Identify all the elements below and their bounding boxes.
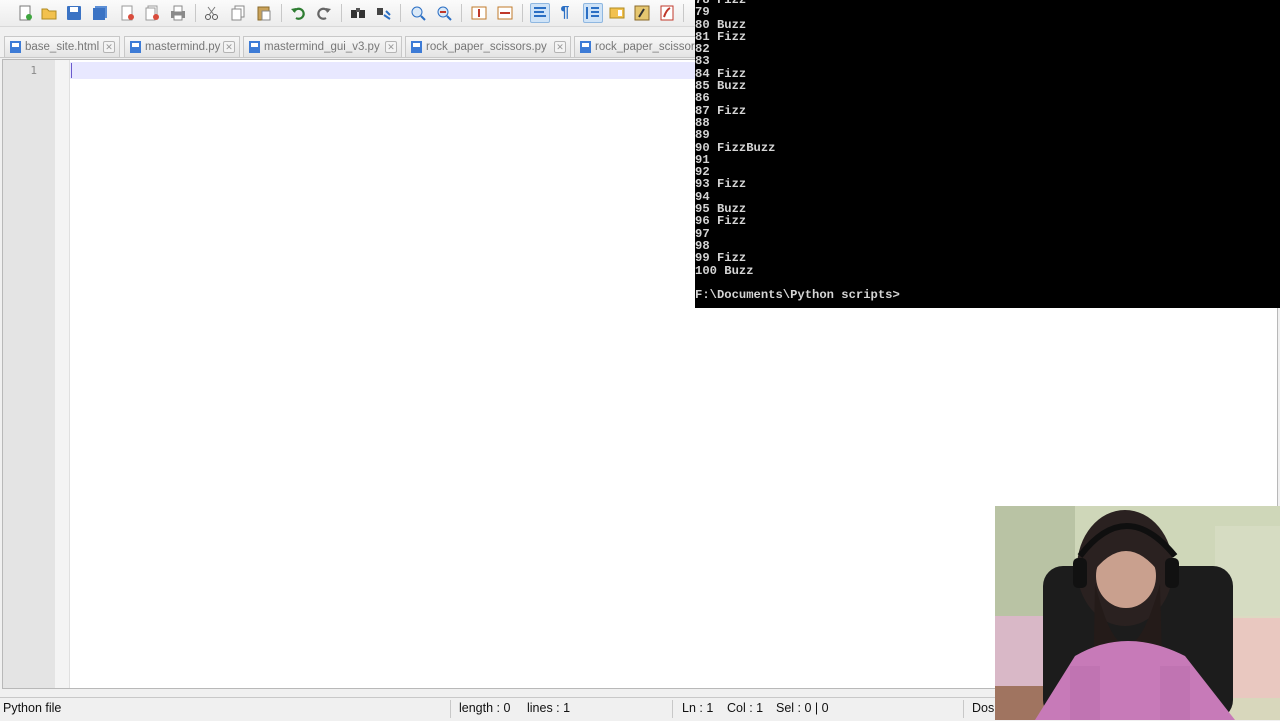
console-line: 100 Buzz: [695, 263, 754, 278]
console-line: 88: [695, 115, 710, 130]
console-line: 96 Fizz: [695, 214, 747, 229]
tab-mastermind-gui-v3[interactable]: mastermind_gui_v3.py ✕: [243, 36, 402, 57]
tab-rock-paper-scissors-gui[interactable]: rock_paper_scissors_gui.py: [574, 36, 706, 57]
macro-record-icon[interactable]: [657, 3, 677, 23]
function-list-icon[interactable]: [632, 3, 652, 23]
tab-base-site[interactable]: base_site.html ✕: [4, 36, 120, 57]
close-all-icon[interactable]: [142, 3, 162, 23]
col-label: Col : 1: [727, 701, 764, 715]
console-line: 99 Fizz: [695, 251, 747, 266]
console-line: 87 Fizz: [695, 103, 747, 118]
file-icon: [249, 41, 260, 53]
print-icon[interactable]: [168, 3, 188, 23]
close-tab-icon[interactable]: ✕: [103, 41, 115, 53]
console-line: 91: [695, 152, 710, 167]
console-line: 93 Fizz: [695, 177, 747, 192]
save-icon[interactable]: [64, 3, 84, 23]
lines-label: lines : 1: [527, 701, 571, 715]
console-line: 97: [695, 226, 710, 241]
close-tab-icon[interactable]: ✕: [385, 41, 397, 53]
show-all-characters-icon[interactable]: ¶: [555, 3, 575, 23]
tab-mastermind[interactable]: mastermind.py ✕: [124, 36, 240, 57]
undo-icon[interactable]: [288, 3, 308, 23]
paste-icon[interactable]: [254, 3, 274, 23]
file-icon: [411, 41, 422, 53]
indent-guide-icon[interactable]: [583, 3, 603, 23]
file-icon: [580, 41, 591, 53]
console-line: 82: [695, 42, 710, 57]
ln-label: Ln : 1: [682, 701, 714, 715]
open-file-icon[interactable]: [39, 3, 59, 23]
file-icon: [130, 41, 141, 53]
text-caret: [71, 63, 72, 78]
console-line: 86: [695, 91, 710, 106]
redo-icon[interactable]: [314, 3, 334, 23]
tab-label: rock_paper_scissors.py: [426, 41, 547, 53]
sync-vertical-icon[interactable]: [469, 3, 489, 23]
console-output: 78 Fizz 79 80 Buzz 81 Fizz 82 83 84 Fizz 85 Buz…: [695, 0, 900, 301]
word-wrap-icon[interactable]: [530, 3, 550, 23]
tab-label: mastermind.py: [145, 41, 221, 53]
console-line: 85 Buzz: [695, 79, 747, 94]
close-tab-icon[interactable]: ✕: [223, 41, 235, 53]
webcam-overlay: [995, 506, 1280, 720]
sync-horizontal-icon[interactable]: [495, 3, 515, 23]
length-label: length : 0: [459, 701, 511, 715]
line-number-gutter: 1: [3, 60, 55, 688]
tab-label: base_site.html: [25, 41, 100, 53]
fold-margin[interactable]: [55, 60, 70, 688]
file-type-label: Python file: [3, 701, 62, 715]
tab-rock-paper-scissors[interactable]: rock_paper_scissors.py ✕: [405, 36, 571, 57]
selection-label: Sel : 0 | 0: [776, 701, 829, 715]
tab-label: rock_paper_scissors_gui.py: [595, 41, 705, 53]
close-tab-icon[interactable]: ✕: [554, 41, 566, 53]
new-file-icon[interactable]: [15, 3, 35, 23]
command-prompt-window[interactable]: 78 Fizz 79 80 Buzz 81 Fizz 82 83 84 Fizz 85 Buz…: [695, 0, 1280, 308]
save-all-icon[interactable]: [90, 3, 110, 23]
console-line: 89: [695, 128, 710, 143]
console-line: 83: [695, 54, 710, 69]
eol-format-label[interactable]: Dos: [972, 701, 994, 715]
zoom-in-icon[interactable]: [408, 3, 428, 23]
console-line: 79: [695, 5, 710, 20]
tab-label: mastermind_gui_v3.py: [264, 41, 380, 53]
close-icon[interactable]: [117, 3, 137, 23]
copy-icon[interactable]: [228, 3, 248, 23]
file-icon: [10, 41, 21, 53]
find-icon[interactable]: [348, 3, 368, 23]
zoom-out-icon[interactable]: [434, 3, 454, 23]
document-map-icon[interactable]: [607, 3, 627, 23]
webcam-image: [995, 506, 1280, 720]
console-line: 81 Fizz: [695, 29, 747, 44]
console-line: F:\Documents\Python scripts>: [695, 288, 900, 303]
line-number: 1: [30, 64, 37, 77]
cut-icon[interactable]: [202, 3, 222, 23]
replace-icon[interactable]: [374, 3, 394, 23]
console-line: 90 FizzBuzz: [695, 140, 776, 155]
